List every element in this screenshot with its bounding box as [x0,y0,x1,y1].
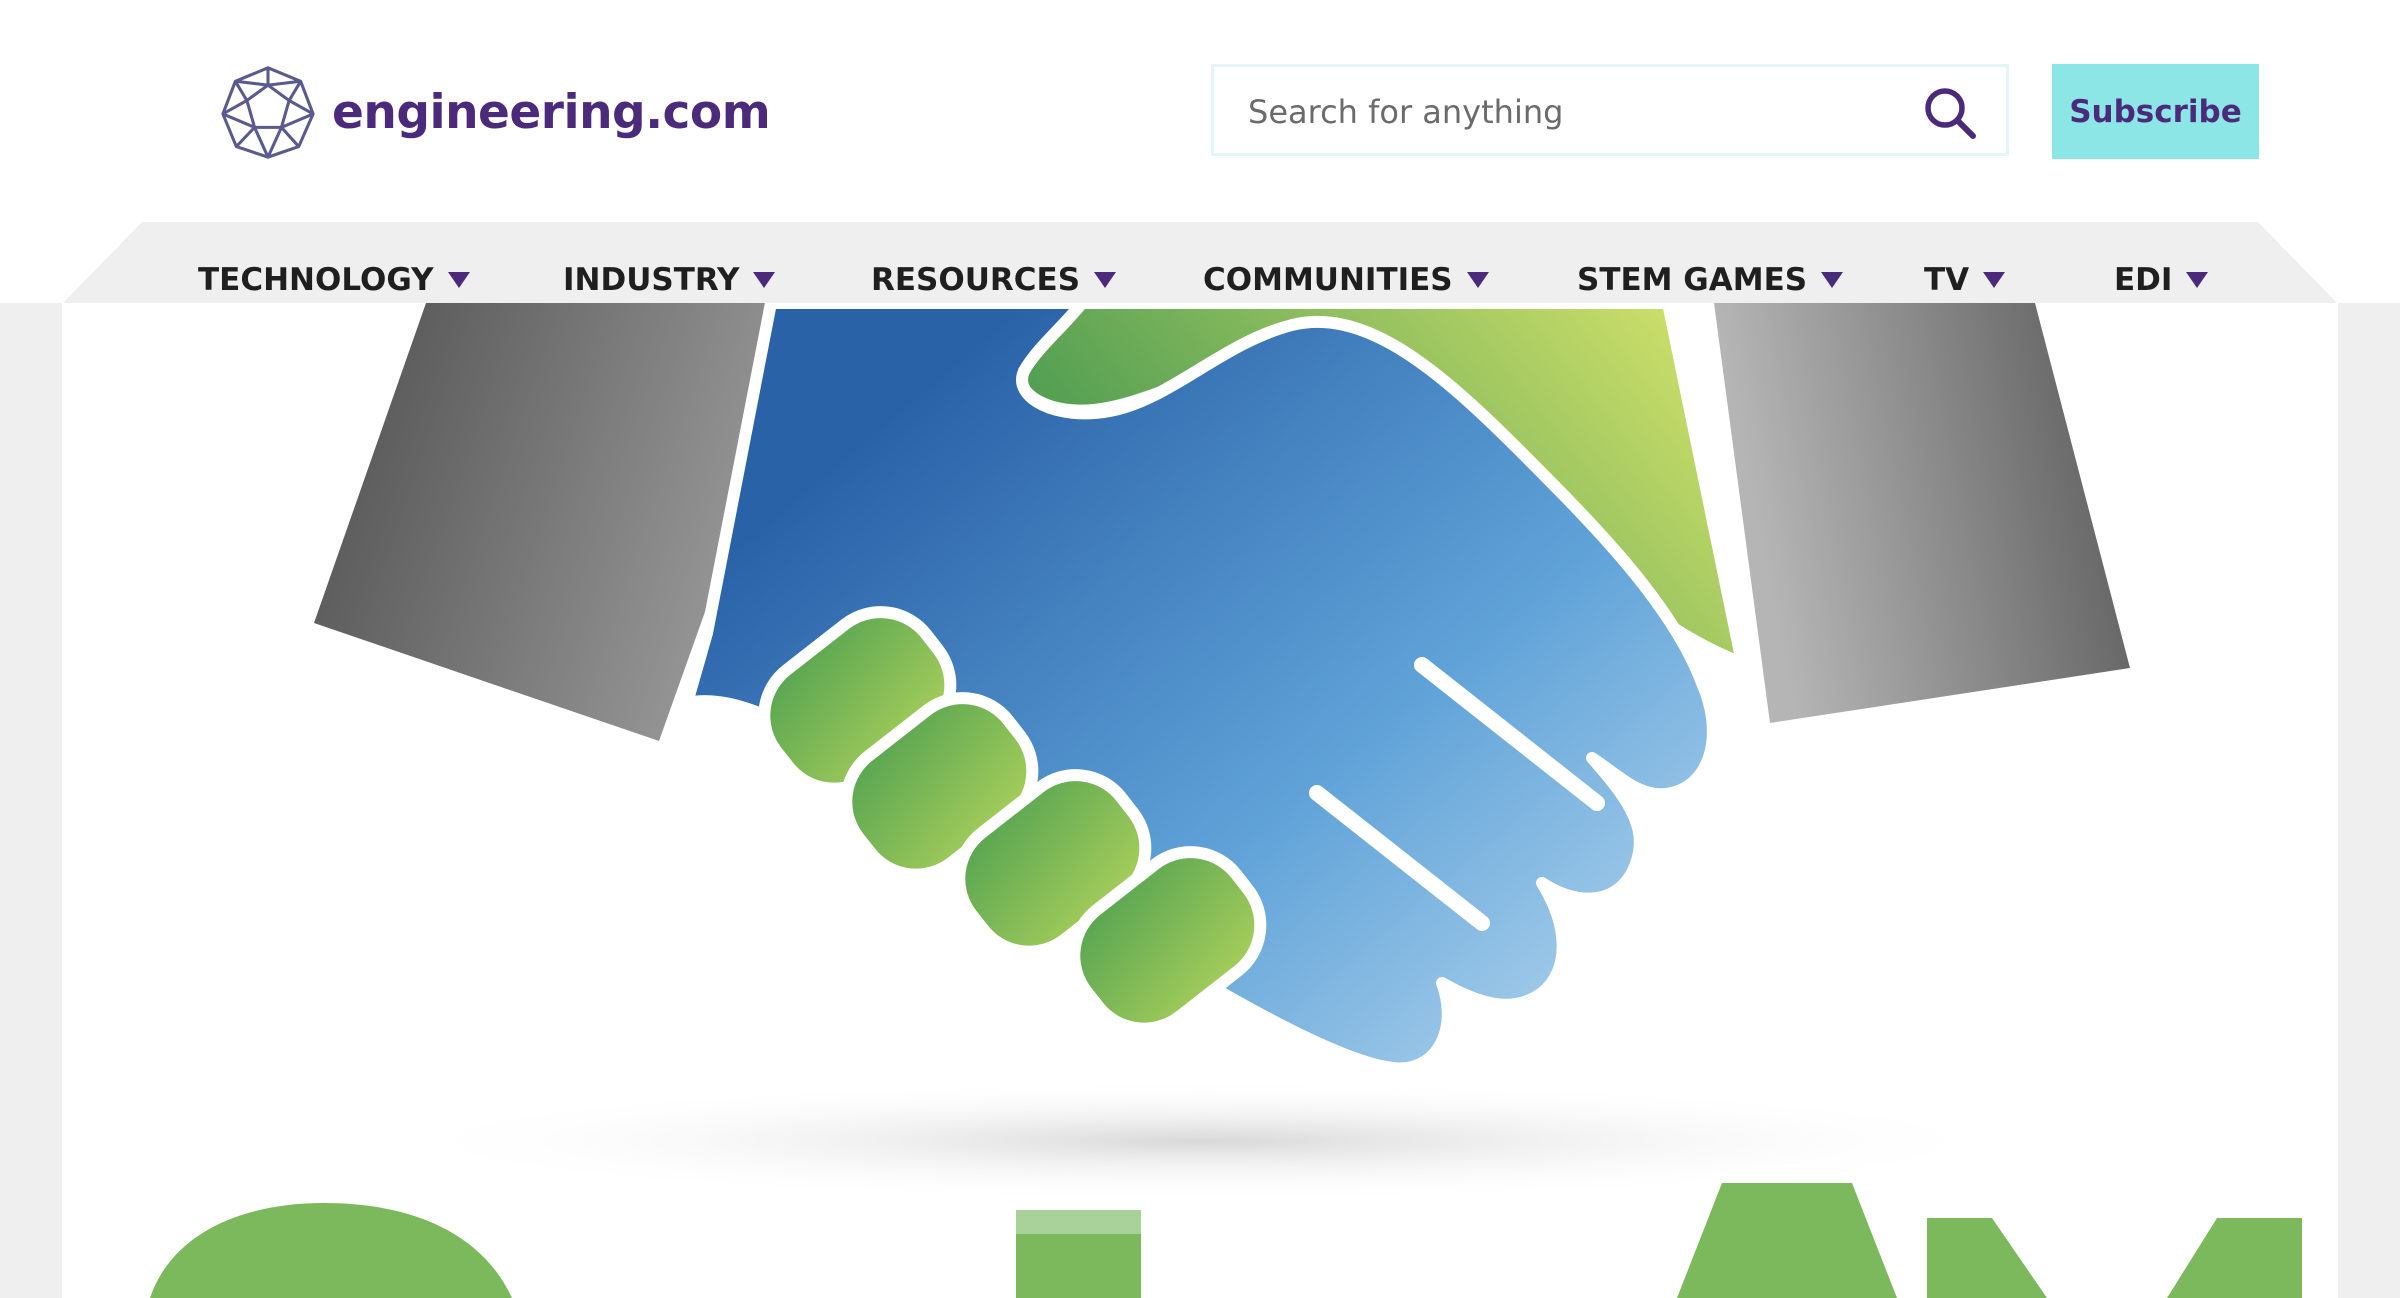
nav-item-label: INDUSTRY [563,262,740,298]
search-input[interactable] [1246,81,1890,143]
site-name: engineering.com [332,84,771,140]
nav-item-label: COMMUNITIES [1203,262,1453,298]
nav-item-label: TV [1924,262,1970,298]
search-icon[interactable] [1922,85,1978,141]
caret-down-icon [753,272,776,288]
nav-item-communities[interactable]: COMMUNITIES [1203,262,1489,298]
nav-item-stem-games[interactable]: STEM GAMES [1577,262,1844,298]
nav-item-edi[interactable]: EDI [2114,262,2209,298]
nav-item-label: RESOURCES [871,262,1081,298]
article-hero [62,303,2338,1298]
subscribe-button[interactable]: Subscribe [2052,64,2259,159]
nav-item-industry[interactable]: INDUSTRY [563,262,776,298]
handshake-image [150,303,2302,1298]
geodesic-sphere-icon [221,66,315,159]
nav-item-label: TECHNOLOGY [198,262,434,298]
caret-down-icon [1821,272,1844,288]
nav-item-label: EDI [2114,262,2173,298]
nav-item-technology[interactable]: TECHNOLOGY [198,262,470,298]
nav-item-tv[interactable]: TV [1924,262,2006,298]
caret-down-icon [1094,272,1117,288]
caret-down-icon [2186,272,2209,288]
nav-item-resources[interactable]: RESOURCES [871,262,1117,298]
site-logo[interactable]: engineering.com [220,64,771,160]
caret-down-icon [1466,272,1489,288]
caret-down-icon [447,272,470,288]
caret-down-icon [1983,272,2006,288]
search-box [1211,64,2009,156]
nav-item-label: STEM GAMES [1577,262,1808,298]
